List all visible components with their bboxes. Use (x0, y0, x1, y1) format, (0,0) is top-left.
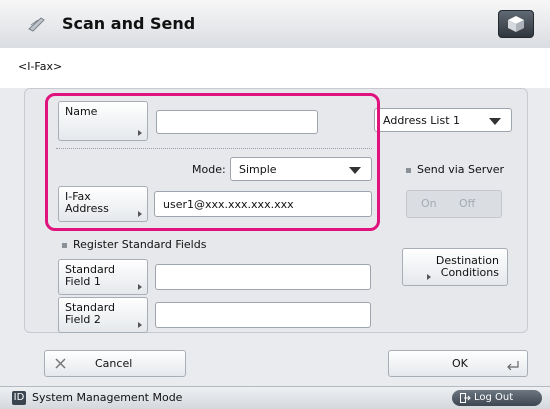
send-via-server-label: Send via Server (406, 163, 504, 176)
standard-field-1-input[interactable] (155, 264, 371, 290)
standard-field-2-input[interactable] (155, 302, 371, 328)
breadcrumb: <I-Fax> (18, 60, 63, 73)
triangle-right-icon (138, 284, 142, 290)
address-list-select[interactable]: Address List 1 (374, 108, 512, 132)
id-badge-icon: ID (12, 391, 26, 405)
cancel-button[interactable]: Cancel (44, 350, 186, 377)
ok-button[interactable]: OK (388, 350, 528, 377)
app-title: Scan and Send (62, 14, 196, 33)
std1-line2: Field 1 (65, 275, 101, 288)
dest-line2: Conditions (440, 266, 499, 279)
highlight-frame (45, 93, 380, 231)
send-via-server-toggle[interactable]: On Off (406, 190, 502, 218)
triangle-right-icon (427, 274, 431, 280)
toggle-on[interactable]: On (421, 197, 437, 210)
bullet-icon (406, 167, 411, 173)
triangle-right-icon (138, 322, 142, 328)
destination-conditions-button[interactable]: Destination Conditions (402, 248, 508, 286)
standard-field-2-button[interactable]: Standard Field 2 (58, 297, 148, 333)
cancel-label: Cancel (95, 357, 133, 370)
toggle-off[interactable]: Off (459, 197, 475, 210)
status-bar: ID System Management Mode Log Out (0, 386, 550, 409)
ok-label: OK (452, 357, 468, 370)
cube-icon (508, 16, 524, 32)
logout-label: Log Out (474, 392, 514, 403)
menu-cube-button[interactable] (498, 10, 534, 38)
scan-send-icon (28, 17, 45, 32)
enter-arrow-icon (507, 361, 519, 370)
breadcrumb-bar: <I-Fax> (0, 48, 550, 88)
std2-line2: Field 2 (65, 313, 101, 326)
close-icon (55, 358, 66, 369)
title-bar: Scan and Send (0, 0, 550, 49)
bullet-icon (62, 242, 67, 248)
logout-icon (460, 393, 471, 403)
logout-button[interactable]: Log Out (452, 390, 542, 406)
register-fields-label: Register Standard Fields (62, 238, 206, 251)
status-text: System Management Mode (32, 391, 183, 404)
standard-field-1-button[interactable]: Standard Field 1 (58, 259, 148, 295)
chevron-down-icon (489, 118, 501, 125)
address-list-value: Address List 1 (383, 114, 461, 127)
